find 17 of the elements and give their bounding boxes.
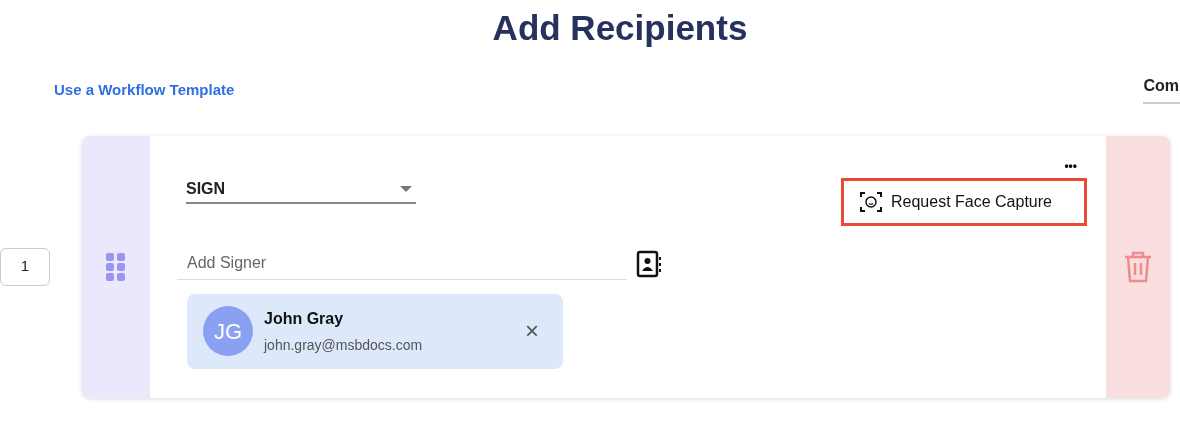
add-signer-field[interactable]: Add Signer [177,247,627,280]
page-title: Add Recipients [492,7,748,49]
drag-handle-icon[interactable] [106,252,126,281]
caret-icon [400,185,412,192]
more-menu[interactable]: ••• [1064,159,1077,172]
action-dropdown[interactable]: SIGN [186,175,416,204]
avatar: JG [203,306,253,356]
remove-button[interactable]: × [525,319,539,343]
trash-icon[interactable] [1123,249,1153,284]
tab[interactable]: Com [1143,73,1180,104]
signer-email: john.gray@msbdocs.com [264,335,424,355]
face-scan-icon [859,189,883,214]
workflow-template-link[interactable]: Use a Workflow Template [54,78,235,101]
order-field[interactable]: 1 [0,247,50,286]
contact-book-icon[interactable] [636,249,664,278]
face-capture-button[interactable]: Request Face Capture [841,177,1087,226]
signer-name: John Gray [264,308,345,329]
